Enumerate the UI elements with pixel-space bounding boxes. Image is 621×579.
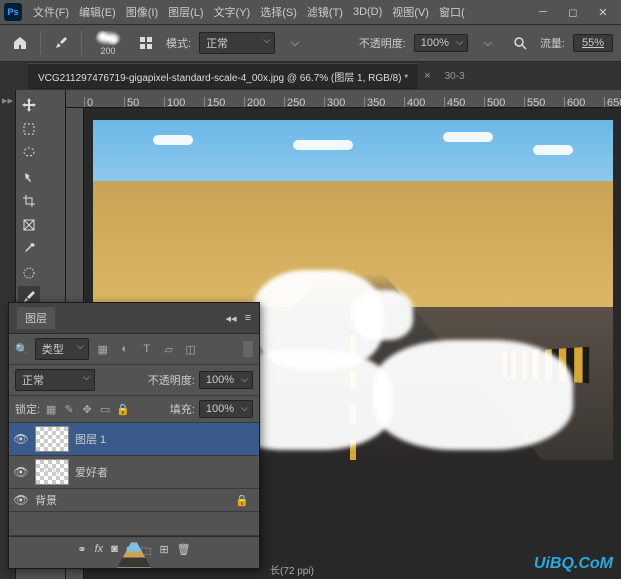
menu-view[interactable]: 视图(V) xyxy=(387,4,434,20)
layer-name[interactable]: 爱好者 xyxy=(75,464,108,480)
layer-empty-area[interactable] xyxy=(9,512,259,536)
layer-mask-icon[interactable]: ◙ xyxy=(111,543,118,562)
lock-fill-row: 锁定: ▦ ✎ ✥ ▭ 🔒 填充: 100% xyxy=(9,396,259,423)
panel-menu-icon[interactable]: ≡ xyxy=(245,312,251,325)
brush-tool-icon[interactable] xyxy=(49,31,73,55)
layer-filter-bar: 🔍 类型 ▦ ◐ T ▱ ◫ xyxy=(9,334,259,365)
options-bar: 200 模式: 正常 ⌵ 不透明度: 100% ⌵ 流量: 55% xyxy=(0,24,621,62)
layer-blend-dropdown[interactable]: 正常 xyxy=(15,369,95,391)
layers-tab[interactable]: 图层 xyxy=(17,307,55,329)
layer-item[interactable]: 👁 背景 🔒 xyxy=(9,489,259,512)
watermark: UiBQ.CoM xyxy=(534,555,613,573)
pressure-opacity-icon[interactable]: ⌵ xyxy=(476,31,500,55)
blend-opacity-row: 正常 不透明度: 100% xyxy=(9,365,259,396)
opacity-dropdown[interactable]: 100% xyxy=(414,34,468,52)
layers-panel: 图层 ◂◂ ≡ 🔍 类型 ▦ ◐ T ▱ ◫ 正常 不透明度: 100% 锁定: … xyxy=(8,302,260,569)
lock-image-icon[interactable]: ✎ xyxy=(62,403,76,416)
status-bar: 长(72 ppi) xyxy=(262,559,322,579)
lock-transparent-icon[interactable]: ▦ xyxy=(44,403,58,416)
menu-select[interactable]: 选择(S) xyxy=(255,4,302,20)
brush-preview-icon xyxy=(94,30,122,46)
menu-3d[interactable]: 3D(D) xyxy=(348,6,387,18)
layer-thumbnail[interactable]: PS xyxy=(35,459,69,485)
filter-smart-icon[interactable]: ◫ xyxy=(183,341,199,357)
search-icon[interactable]: 🔍 xyxy=(15,343,29,356)
layer-opacity-label: 不透明度: xyxy=(148,372,195,388)
brush-size-label: 200 xyxy=(100,46,115,56)
ruler-horizontal[interactable]: 050100150200250300350400450500550600650 xyxy=(66,90,621,108)
menu-file[interactable]: 文件(F) xyxy=(28,4,74,20)
mode-options-icon[interactable]: ⌵ xyxy=(283,31,307,55)
brush-panel-toggle[interactable] xyxy=(134,31,158,55)
menu-layer[interactable]: 图层(L) xyxy=(163,4,208,20)
collapse-icon[interactable]: ◂◂ xyxy=(226,312,237,325)
close-button[interactable]: ✕ xyxy=(589,2,617,22)
fill-dropdown[interactable]: 100% xyxy=(199,400,253,418)
filter-pixel-icon[interactable]: ▦ xyxy=(95,341,111,357)
eyedropper-tool[interactable] xyxy=(18,238,40,260)
new-layer-icon[interactable]: ⊞ xyxy=(159,543,168,562)
fill-label: 填充: xyxy=(170,401,195,417)
panel-menu[interactable]: ◂◂ ≡ xyxy=(226,312,251,325)
menu-filter[interactable]: 滤镜(T) xyxy=(302,4,348,20)
lasso-tool[interactable] xyxy=(18,142,40,164)
quick-select-tool[interactable] xyxy=(18,166,40,188)
layer-item[interactable]: 👁 PS 爱好者 xyxy=(9,456,259,489)
filter-kind-dropdown[interactable]: 类型 xyxy=(35,338,89,360)
blend-mode-dropdown[interactable]: 正常 xyxy=(199,32,275,54)
separator xyxy=(40,31,41,55)
layer-thumbnail[interactable] xyxy=(35,426,69,452)
search-icon[interactable] xyxy=(508,31,532,55)
menu-edit[interactable]: 编辑(E) xyxy=(74,4,121,20)
visibility-toggle[interactable]: 👁 xyxy=(13,432,29,446)
filter-adjust-icon[interactable]: ◐ xyxy=(117,341,133,357)
crop-tool[interactable] xyxy=(18,190,40,212)
app-logo: Ps xyxy=(4,3,22,21)
marquee-tool[interactable] xyxy=(18,118,40,140)
lock-label: 锁定: xyxy=(15,401,40,417)
separator xyxy=(81,31,82,55)
minimize-button[interactable]: ─ xyxy=(529,2,557,22)
flow-input[interactable]: 55% xyxy=(573,34,613,52)
delete-layer-icon[interactable]: 🗑 xyxy=(177,543,191,562)
menu-window[interactable]: 窗口( xyxy=(434,4,470,20)
menu-type[interactable]: 文字(Y) xyxy=(209,4,256,20)
lock-icon: 🔒 xyxy=(235,494,249,507)
document-tab-active[interactable]: VCG211297476719-gigapixel-standard-scale… xyxy=(28,63,418,89)
layer-opacity-dropdown[interactable]: 100% xyxy=(199,371,253,389)
menu-image[interactable]: 图像(I) xyxy=(121,4,163,20)
layer-name[interactable]: 背景 xyxy=(35,492,57,508)
healing-tool[interactable] xyxy=(18,262,40,284)
tab-close-icon[interactable]: × xyxy=(418,70,436,82)
mode-label: 模式: xyxy=(166,35,191,51)
visibility-toggle[interactable]: 👁 xyxy=(13,493,29,507)
frame-tool[interactable] xyxy=(18,214,40,236)
filter-type-icon[interactable]: T xyxy=(139,341,155,357)
lock-position-icon[interactable]: ✥ xyxy=(80,403,94,416)
home-button[interactable] xyxy=(8,31,32,55)
filter-toggle[interactable] xyxy=(243,341,253,357)
menu-bar: Ps 文件(F) 编辑(E) 图像(I) 图层(L) 文字(Y) 选择(S) 滤… xyxy=(0,0,621,24)
document-tab-2[interactable]: 30-3 xyxy=(437,66,473,87)
move-tool[interactable] xyxy=(18,94,40,116)
lock-all-icon[interactable]: 🔒 xyxy=(116,403,130,416)
filter-shape-icon[interactable]: ▱ xyxy=(161,341,177,357)
layer-name[interactable]: 图层 1 xyxy=(75,431,106,447)
maximize-button[interactable]: ◻ xyxy=(559,2,587,22)
layer-item[interactable]: 👁 图层 1 xyxy=(9,423,259,456)
lock-artboard-icon[interactable]: ▭ xyxy=(98,403,112,416)
visibility-toggle[interactable]: 👁 xyxy=(13,465,29,479)
panel-header[interactable]: 图层 ◂◂ ≡ xyxy=(9,303,259,334)
brush-preset-picker[interactable]: 200 xyxy=(90,30,126,56)
link-layers-icon[interactable]: ⚭ xyxy=(77,543,86,562)
window-controls: ─ ◻ ✕ xyxy=(529,2,617,22)
opacity-label: 不透明度: xyxy=(359,35,406,51)
layer-style-icon[interactable]: fx xyxy=(95,543,104,562)
document-tab-bar: VCG211297476719-gigapixel-standard-scale… xyxy=(0,62,621,90)
flow-label: 流量: xyxy=(540,35,565,51)
